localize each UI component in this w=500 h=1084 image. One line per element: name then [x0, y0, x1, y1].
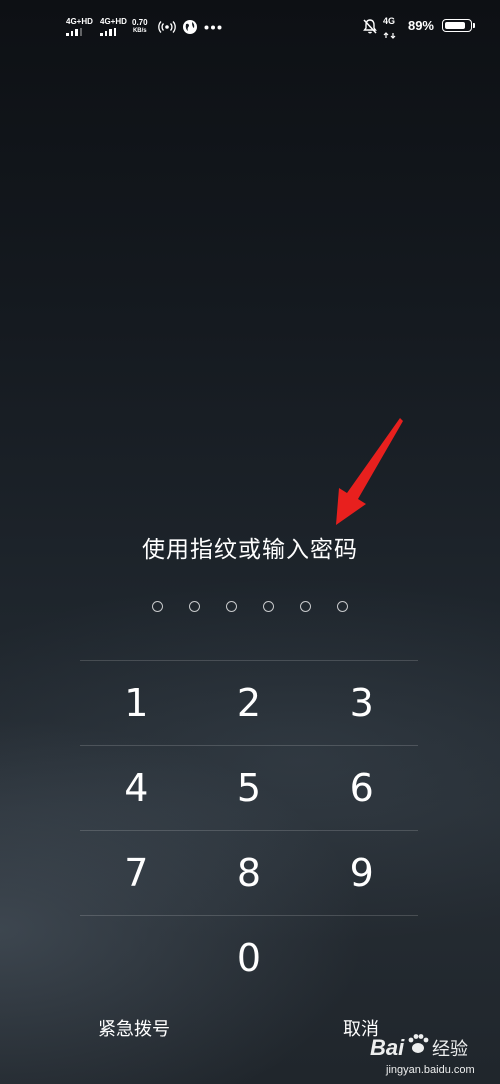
unlock-prompt: 使用指纹或输入密码 [142, 536, 358, 562]
network-speed: 0.70 KB/s [132, 18, 148, 36]
key-5[interactable]: 5 [193, 746, 306, 830]
signal-icon [100, 28, 128, 36]
pin-dot [189, 601, 200, 612]
sim1-network-label: 4G+HD [66, 17, 93, 26]
pin-dot [226, 601, 237, 612]
key-9[interactable]: 9 [305, 831, 418, 915]
mobile-data-indicator: 4G [383, 17, 401, 44]
baidu-jingyan-watermark: Bai 经验 jingyan.baidu.com [370, 1034, 475, 1076]
key-6[interactable]: 6 [305, 746, 418, 830]
sim1-signal: 4G+HD [66, 17, 94, 36]
annotation-arrow [336, 418, 403, 525]
battery-icon [442, 19, 475, 32]
watermark-url: jingyan.baidu.com [385, 1064, 475, 1076]
sim2-signal: 4G+HD [100, 17, 128, 36]
status-bar: 4G+HD 4G+HD 0.70 KB/s 4G 89% [0, 0, 500, 56]
key-0[interactable]: 0 [193, 916, 306, 1000]
pin-dot [337, 601, 348, 612]
key-4[interactable]: 4 [80, 746, 193, 830]
key-7[interactable]: 7 [80, 831, 193, 915]
pin-dot [263, 601, 274, 612]
key-3[interactable]: 3 [305, 661, 418, 745]
pin-dot [300, 601, 311, 612]
keypad-row: 0 [80, 915, 418, 1000]
keypad-row: 123 [80, 660, 418, 745]
keypad-row: 456 [80, 745, 418, 830]
data-arrows-icon [383, 32, 396, 39]
keypad-blank [305, 916, 418, 1000]
key-2[interactable]: 2 [193, 661, 306, 745]
mobile-data-label: 4G [383, 16, 396, 26]
speed-value: 0.70 [132, 18, 148, 27]
more-dots-icon [204, 25, 222, 30]
keypad-blank [80, 916, 193, 1000]
paw-icon [408, 1034, 429, 1053]
sim2-network-label: 4G+HD [100, 17, 127, 26]
pin-dot [152, 601, 163, 612]
number-keypad: 1234567890 [80, 660, 418, 1000]
hotspot-icon [158, 21, 176, 33]
keypad-row: 789 [80, 830, 418, 915]
watermark-brand: Bai [370, 1035, 405, 1060]
speed-unit: KB/s [132, 28, 147, 34]
emergency-call-button[interactable]: 紧急拨号 [98, 1015, 170, 1041]
key-8[interactable]: 8 [193, 831, 306, 915]
mute-bell-icon [363, 19, 377, 34]
watermark-suffix: 经验 [432, 1039, 468, 1060]
battery-percent: 89% [407, 18, 434, 33]
battery-fill [445, 22, 465, 29]
vpn-globe-icon [183, 20, 197, 34]
key-1[interactable]: 1 [80, 661, 193, 745]
signal-icon [66, 28, 94, 36]
pin-indicator [0, 601, 500, 612]
